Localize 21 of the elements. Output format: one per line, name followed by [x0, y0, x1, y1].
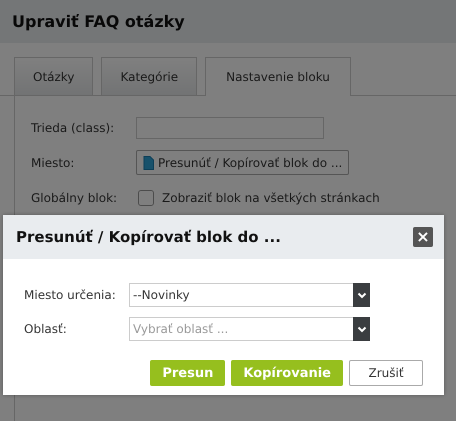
select-field[interactable]: --Novinky	[129, 283, 370, 307]
field-label: Trieda (class):	[31, 120, 116, 134]
move-copy-button[interactable]: Presunúť / Kopírovať blok do ...	[136, 150, 350, 175]
field-label: Globálny blok:	[31, 190, 118, 204]
tab[interactable]: Kategórie	[101, 57, 198, 95]
document-icon	[143, 156, 154, 170]
field-label: Miesto určenia:	[24, 288, 117, 302]
tab[interactable]: Otázky	[14, 57, 94, 95]
tab[interactable]: Nastavenie bloku	[205, 57, 351, 96]
field-label: Miesto:	[31, 156, 76, 170]
field-label: Oblasť:	[24, 322, 68, 336]
class-input-field[interactable]	[136, 116, 324, 138]
dialog-title: Presunúť / Kopírovať blok do ...	[16, 228, 281, 246]
checkbox-label: Zobraziť blok na všetkých stránkach	[162, 190, 380, 204]
page-title: Upraviť FAQ otázky	[12, 12, 185, 31]
checkbox[interactable]	[138, 190, 154, 206]
cancel-button[interactable]: Zrušiť	[349, 360, 423, 386]
select-field[interactable]: Vybrať oblasť ...	[129, 317, 370, 341]
caret-icon	[353, 317, 370, 341]
caret-icon	[353, 283, 370, 307]
close-button[interactable]: ×	[413, 227, 433, 247]
